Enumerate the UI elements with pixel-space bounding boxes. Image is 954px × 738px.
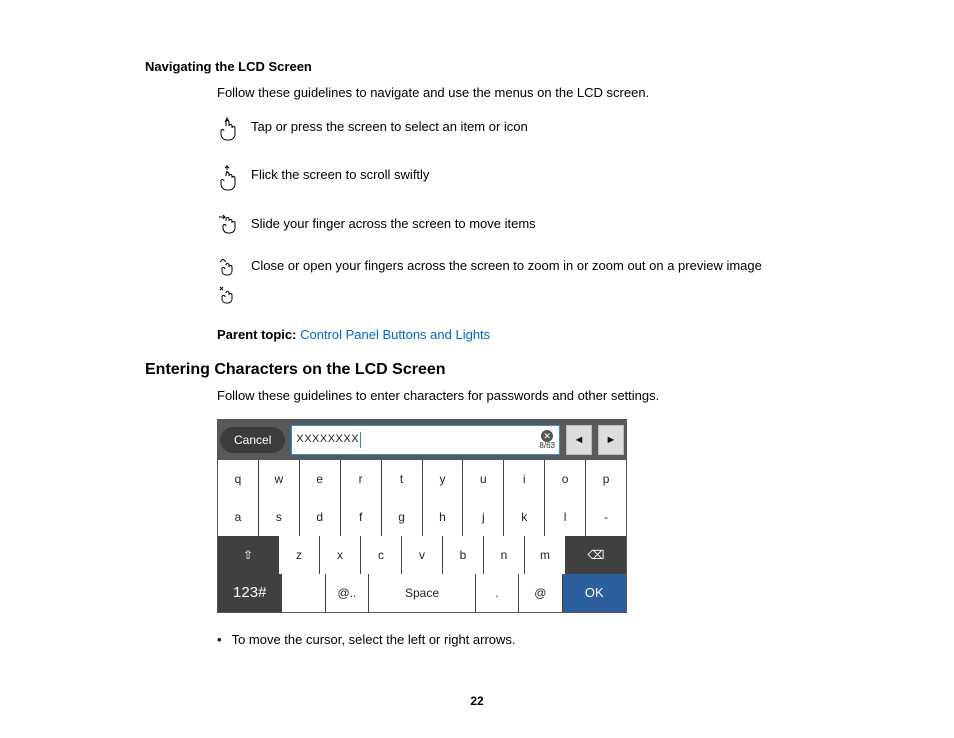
parent-topic-link[interactable]: Control Panel Buttons and Lights: [300, 327, 490, 342]
key-w[interactable]: w: [259, 460, 299, 498]
key-a[interactable]: a: [218, 498, 258, 536]
gesture-tap-row: Tap or press the screen to select an ite…: [217, 116, 905, 153]
parent-topic-label: Parent topic:: [217, 327, 296, 342]
key-i[interactable]: i: [504, 460, 544, 498]
key-u[interactable]: u: [463, 460, 503, 498]
section-heading-navigating: Navigating the LCD Screen: [145, 59, 905, 74]
gesture-flick-text: Flick the screen to scroll swiftly: [251, 164, 429, 184]
gesture-slide-row: Slide your finger across the screen to m…: [217, 213, 905, 244]
bullet-cursor-note: • To move the cursor, select the left or…: [217, 631, 905, 649]
slide-icon: [217, 213, 241, 244]
key-l[interactable]: l: [545, 498, 585, 536]
parent-topic: Parent topic: Control Panel Buttons and …: [217, 326, 905, 344]
pinch-icon: [217, 255, 241, 316]
clear-input-button[interactable]: ✕ 8/63: [539, 430, 555, 450]
key-m[interactable]: m: [525, 536, 565, 574]
char-counter: 8/63: [539, 441, 555, 450]
keyboard-top-bar: Cancel XXXXXXXX ✕ 8/63 ◄ ►: [218, 420, 626, 460]
onscreen-keyboard: Cancel XXXXXXXX ✕ 8/63 ◄ ► q w e r t: [217, 419, 627, 613]
gesture-tap-text: Tap or press the screen to select an ite…: [251, 116, 528, 136]
key-n[interactable]: n: [484, 536, 524, 574]
key-blank[interactable]: [282, 574, 324, 612]
space-key[interactable]: Space: [369, 574, 475, 612]
keyboard-row-3: ⇧ z x c v b n m ⌫: [218, 536, 626, 574]
cancel-button[interactable]: Cancel: [220, 427, 285, 453]
input-value: XXXXXXXX: [296, 432, 359, 447]
key-dash[interactable]: -: [586, 498, 626, 536]
key-j[interactable]: j: [463, 498, 503, 536]
keyboard-row-4: 123# @.. Space . @ OK: [218, 574, 626, 612]
key-y[interactable]: y: [423, 460, 463, 498]
text-cursor: [360, 432, 361, 448]
bullet-marker: •: [217, 631, 222, 649]
section-heading-entering: Entering Characters on the LCD Screen: [145, 361, 905, 379]
gesture-slide-text: Slide your finger across the screen to m…: [251, 213, 536, 233]
tap-icon: [217, 116, 241, 153]
shift-key[interactable]: ⇧: [218, 536, 278, 574]
key-k[interactable]: k: [504, 498, 544, 536]
key-period[interactable]: .: [476, 574, 518, 612]
key-t[interactable]: t: [382, 460, 422, 498]
key-s[interactable]: s: [259, 498, 299, 536]
gesture-pinch-row: Close or open your fingers across the sc…: [217, 255, 905, 316]
key-q[interactable]: q: [218, 460, 258, 498]
key-g[interactable]: g: [382, 498, 422, 536]
key-f[interactable]: f: [341, 498, 381, 536]
key-r[interactable]: r: [341, 460, 381, 498]
section1-intro: Follow these guidelines to navigate and …: [217, 84, 905, 102]
key-c[interactable]: c: [361, 536, 401, 574]
key-e[interactable]: e: [300, 460, 340, 498]
page-number: 22: [0, 694, 954, 708]
key-v[interactable]: v: [402, 536, 442, 574]
key-z[interactable]: z: [279, 536, 319, 574]
backspace-key[interactable]: ⌫: [566, 536, 626, 574]
bullet-text: To move the cursor, select the left or r…: [232, 631, 516, 649]
ok-button[interactable]: OK: [563, 574, 626, 612]
keyboard-row-1: q w e r t y u i o p: [218, 460, 626, 498]
key-x[interactable]: x: [320, 536, 360, 574]
key-d[interactable]: d: [300, 498, 340, 536]
mode-key[interactable]: 123#: [218, 574, 281, 612]
cursor-right-button[interactable]: ►: [598, 425, 624, 455]
key-h[interactable]: h: [423, 498, 463, 536]
key-o[interactable]: o: [545, 460, 585, 498]
gesture-pinch-text: Close or open your fingers across the sc…: [251, 255, 762, 275]
gesture-flick-row: Flick the screen to scroll swiftly: [217, 164, 905, 201]
key-b[interactable]: b: [443, 536, 483, 574]
text-input[interactable]: XXXXXXXX ✕ 8/63: [291, 425, 560, 455]
key-symbol[interactable]: @..: [326, 574, 368, 612]
key-at[interactable]: @: [519, 574, 561, 612]
cursor-left-button[interactable]: ◄: [566, 425, 592, 455]
section2-intro: Follow these guidelines to enter charact…: [217, 387, 905, 405]
keyboard-row-2: a s d f g h j k l -: [218, 498, 626, 536]
key-p[interactable]: p: [586, 460, 626, 498]
flick-icon: [217, 164, 241, 201]
